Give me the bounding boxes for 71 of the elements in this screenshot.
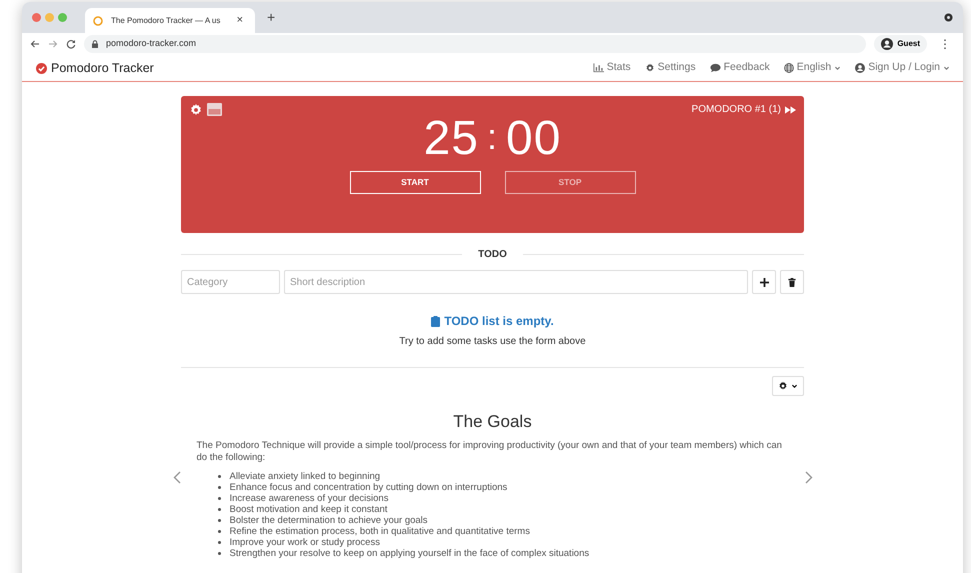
- caret-icon: [834, 64, 842, 72]
- window-icon: [207, 103, 222, 116]
- check-circle-icon: [36, 62, 47, 74]
- nav-link[interactable]: Feedback: [702, 60, 777, 76]
- user-icon: [855, 63, 866, 73]
- bullet-icon: [218, 508, 220, 512]
- description-field[interactable]: Short description: [284, 270, 748, 294]
- settings-button[interactable]: [189, 102, 203, 116]
- goal-item: Enhance focus and concentration by cutting down on interruptions: [230, 482, 508, 494]
- address-bar[interactable]: pomodoro-tracker.com: [84, 35, 866, 53]
- bullet-icon: [218, 519, 220, 522]
- trash-icon: [788, 278, 796, 286]
- user-icon: [881, 38, 894, 50]
- goals-heading: The Goals: [452, 412, 533, 432]
- plus-icon: [760, 278, 768, 286]
- tab-close-button[interactable]: ×: [232, 12, 247, 29]
- maximize-window-icon[interactable]: [58, 13, 67, 22]
- bullet-icon: [218, 552, 220, 556]
- goal-item: Increase awareness of your decisions: [230, 493, 388, 504]
- caret-icon: [943, 64, 950, 72]
- session-button[interactable]: POMODORO #1 (1): [692, 102, 796, 117]
- bullet-icon: [218, 486, 220, 490]
- chat-icon: [710, 63, 721, 73]
- brand-link[interactable]: Pomodoro Tracker: [36, 58, 154, 78]
- tab-favicon: [93, 16, 103, 26]
- globe-icon: [784, 63, 794, 73]
- fast-forward-icon: [785, 106, 796, 114]
- bullet-icon: [218, 541, 220, 544]
- back-icon: [30, 39, 40, 49]
- lock-icon: [92, 40, 98, 48]
- timer-button[interactable]: START: [350, 171, 480, 194]
- reload-icon: [66, 39, 76, 49]
- browser-tab[interactable]: The Pomodoro Tracker — A us ×: [85, 8, 255, 33]
- chart-icon: [592, 63, 604, 73]
- profile-button[interactable]: Guest: [874, 35, 927, 53]
- chevron-left-icon: [172, 470, 180, 484]
- goal-item: Improve your work or study process: [230, 537, 380, 548]
- empty-hint: Try to add some tasks use the form above: [399, 336, 586, 347]
- browser-menu-button[interactable]: ⋮: [935, 35, 955, 53]
- url-text: pomodoro-tracker.com: [106, 37, 196, 50]
- chevron-right-icon: [804, 470, 812, 484]
- goal-item: Bolster the determination to achieve your goals: [230, 515, 428, 526]
- goal-item: Alleviate anxiety linked to beginning: [230, 471, 380, 482]
- bullet-icon: [218, 497, 220, 500]
- delete-button[interactable]: [780, 270, 804, 294]
- options-dropdown[interactable]: [772, 376, 804, 396]
- gear-icon: [778, 381, 788, 391]
- close-window-icon[interactable]: [32, 13, 41, 22]
- caret-icon: [791, 382, 798, 390]
- new-tab-button[interactable]: +: [263, 7, 280, 28]
- extension-icon: [944, 13, 953, 22]
- nav-link[interactable]: English: [776, 60, 848, 76]
- goal-item: Refine the estimation process, both in qualitative and quantitative terms: [230, 526, 530, 538]
- nav-link[interactable]: Settings: [638, 60, 703, 76]
- empty-title: TODO list is empty.: [444, 313, 554, 330]
- forward-icon: [48, 39, 58, 49]
- add-button[interactable]: [752, 270, 776, 294]
- clipboard-icon: [431, 316, 440, 326]
- bullet-icon: [218, 530, 220, 534]
- window-button[interactable]: [207, 103, 222, 116]
- goal-item: Boost motivation and keep it constant: [230, 504, 388, 516]
- timer-display: 25 : 00: [422, 115, 562, 163]
- goal-item: Strengthen your resolve to keep on applying yourself in the face of complex situations: [230, 548, 590, 560]
- bullet-icon: [218, 475, 220, 478]
- category-field[interactable]: Category: [181, 270, 280, 294]
- nav-link[interactable]: Sign Up / Login: [848, 60, 957, 76]
- gear-icon: [189, 102, 203, 116]
- gear-icon: [644, 63, 655, 73]
- nav-link[interactable]: Stats: [586, 60, 638, 76]
- intro-paragraph: The Pomodoro Technique will provide a simple tool/process for improving productivity (your own and that of your team members) which can do the following:: [196, 440, 783, 464]
- todo-heading: TODO: [478, 248, 507, 262]
